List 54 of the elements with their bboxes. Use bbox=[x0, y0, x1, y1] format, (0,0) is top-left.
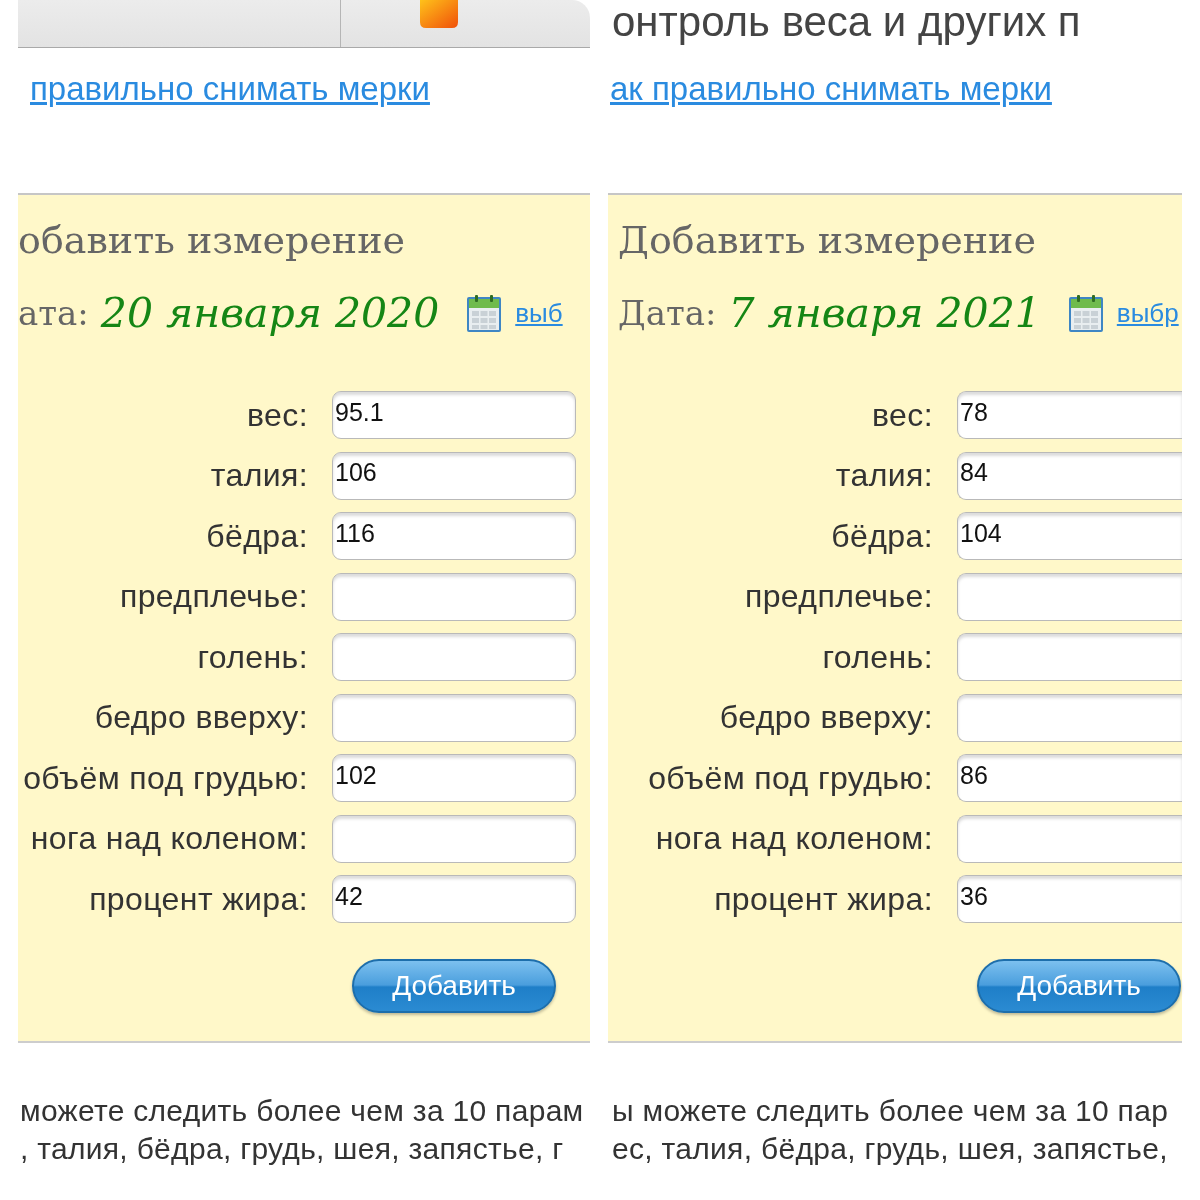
add-button[interactable]: Добавить bbox=[352, 959, 556, 1013]
help-link[interactable]: правильно снимать мерки bbox=[30, 70, 430, 107]
input-field[interactable] bbox=[332, 693, 576, 742]
field-label: талия: bbox=[209, 457, 308, 494]
field-label: бедро вверху: bbox=[93, 699, 308, 736]
field-label: нога над коленом: bbox=[654, 820, 933, 857]
field-label: бёдра: bbox=[205, 517, 308, 555]
field-label: процент жира: bbox=[713, 880, 933, 918]
input-field[interactable]: 104 bbox=[957, 512, 1182, 560]
field-label: объём под грудью: bbox=[647, 759, 933, 797]
field-label: предплечье: bbox=[743, 578, 933, 615]
form-title: обавить измерение bbox=[18, 217, 406, 264]
date-label: Дата: bbox=[618, 293, 717, 333]
input-field[interactable]: 42 bbox=[332, 875, 576, 923]
input-field[interactable] bbox=[332, 814, 576, 863]
input-field[interactable]: 36 bbox=[957, 875, 1182, 923]
field-label: талия: bbox=[834, 457, 933, 494]
app-icon[interactable] bbox=[420, 0, 458, 28]
field-label: бёдра: bbox=[830, 517, 933, 555]
input-field[interactable]: 84 bbox=[957, 451, 1182, 500]
input-field[interactable] bbox=[957, 693, 1182, 742]
input-field[interactable]: 78 bbox=[957, 391, 1182, 439]
field-label: вес: bbox=[246, 396, 308, 434]
calendar-icon[interactable] bbox=[467, 294, 502, 332]
input-field[interactable] bbox=[957, 633, 1182, 681]
input-field[interactable] bbox=[332, 572, 576, 621]
input-field[interactable]: 102 bbox=[332, 754, 576, 802]
add-button[interactable]: Добавить bbox=[977, 959, 1181, 1013]
field-label: объём под грудью: bbox=[22, 759, 308, 797]
input-field[interactable] bbox=[957, 572, 1182, 621]
input-field[interactable] bbox=[957, 814, 1182, 863]
date-value: 20 января 2020 bbox=[100, 289, 440, 337]
form-title: Добавить измерение bbox=[617, 217, 1037, 264]
description-line: ес, талия, бёдра, грудь, шея, запястье, bbox=[612, 1131, 1169, 1167]
date-value: 7 января 2021 bbox=[728, 289, 1041, 337]
input-field[interactable]: 95.1 bbox=[332, 391, 576, 439]
input-field[interactable]: 116 bbox=[332, 512, 576, 560]
input-field[interactable]: 86 bbox=[957, 754, 1182, 802]
input-field[interactable] bbox=[332, 633, 576, 681]
field-label: процент жира: bbox=[88, 880, 308, 918]
help-link[interactable]: ак правильно снимать мерки bbox=[610, 70, 1052, 107]
description-line: , талия, бёдра, грудь, шея, запястье, г bbox=[20, 1131, 565, 1167]
page-heading: онтроль веса и других п bbox=[611, 0, 1082, 44]
field-label: голень: bbox=[196, 638, 308, 676]
field-label: вес: bbox=[871, 396, 933, 434]
field-label: бедро вверху: bbox=[718, 699, 933, 736]
date-label: ата: bbox=[18, 293, 89, 333]
description-line: можете следить более чем за 10 парам bbox=[20, 1093, 585, 1129]
calendar-icon[interactable] bbox=[1068, 294, 1103, 332]
field-label: предплечье: bbox=[118, 578, 308, 615]
field-label: голень: bbox=[821, 638, 933, 676]
field-label: нога над коленом: bbox=[29, 820, 308, 857]
input-field[interactable]: 106 bbox=[332, 451, 576, 500]
description-line: ы можете следить более чем за 10 пар bbox=[612, 1093, 1170, 1129]
